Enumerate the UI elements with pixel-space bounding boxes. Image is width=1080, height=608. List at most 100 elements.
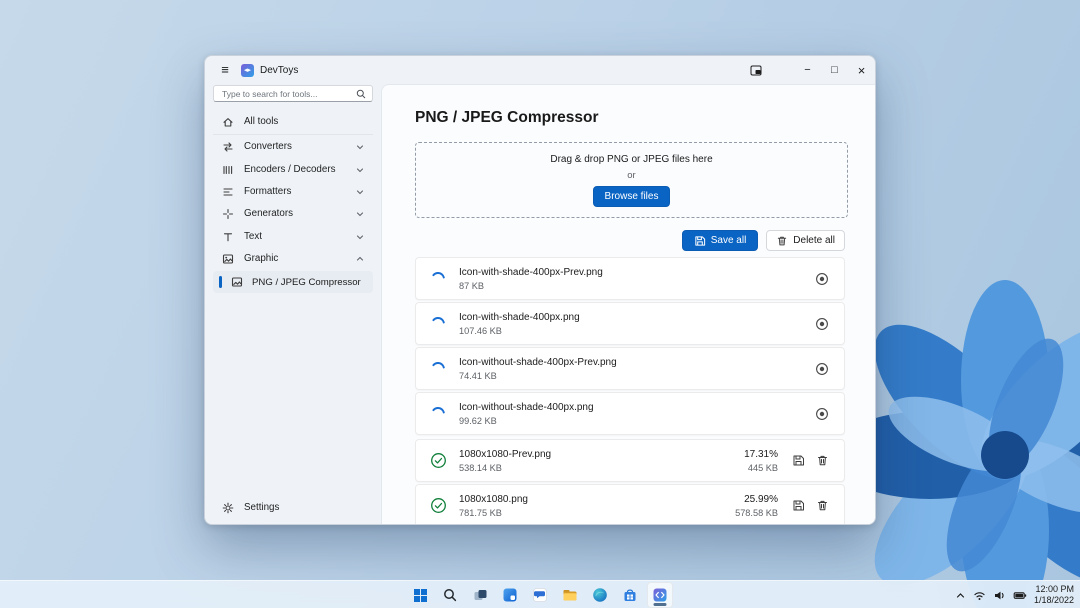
edge-button[interactable] bbox=[587, 582, 613, 608]
battery-icon bbox=[1013, 589, 1027, 602]
success-check-icon bbox=[429, 452, 447, 470]
new-file-size: 578.58 KB bbox=[735, 508, 778, 518]
delete-all-button[interactable]: Delete all bbox=[766, 230, 845, 251]
sidebar-item-settings[interactable]: Settings bbox=[213, 497, 373, 518]
file-explorer-button[interactable] bbox=[557, 582, 583, 608]
chevron-up-icon bbox=[356, 255, 364, 263]
start-button[interactable] bbox=[407, 582, 433, 608]
graphic-tools-icon bbox=[222, 253, 234, 265]
save-icon bbox=[694, 235, 706, 247]
windows-start-icon bbox=[413, 588, 428, 603]
sidebar-item-converters[interactable]: Converters bbox=[213, 136, 373, 157]
selected-indicator bbox=[219, 276, 222, 288]
search-icon bbox=[356, 89, 366, 99]
sidebar-item-png-jpeg-compressor[interactable]: PNG / JPEG Compressor bbox=[213, 271, 373, 293]
browse-files-button[interactable]: Browse files bbox=[593, 186, 671, 207]
file-row: Icon-without-shade-400px.png 99.62 KB bbox=[415, 392, 845, 435]
save-file-button[interactable] bbox=[786, 494, 810, 518]
save-all-label: Save all bbox=[711, 235, 747, 246]
sidebar-item-label: Graphic bbox=[244, 253, 356, 264]
stop-icon bbox=[815, 272, 829, 286]
compact-overlay-icon bbox=[750, 65, 762, 76]
file-row: 1080x1080.png 781.75 KB 25.99% 578.58 KB bbox=[415, 484, 845, 524]
file-size: 107.46 KB bbox=[459, 326, 810, 336]
sidebar-item-label: Settings bbox=[244, 502, 373, 513]
hidden-icons-button[interactable] bbox=[955, 590, 966, 601]
file-size: 538.14 KB bbox=[459, 463, 744, 473]
devtoys-logo-icon: ◂▸ bbox=[241, 64, 254, 77]
desktop: ≡ ◂▸ DevToys − □ × bbox=[0, 0, 1080, 608]
sidebar-item-formatters[interactable]: Formatters bbox=[213, 181, 373, 202]
sidebar-item-label: Text bbox=[244, 231, 356, 242]
file-name: 1080x1080-Prev.png bbox=[459, 449, 744, 460]
speaker-icon bbox=[993, 589, 1006, 602]
home-icon bbox=[222, 116, 234, 128]
taskbar-search-button[interactable] bbox=[437, 582, 463, 608]
delete-file-button[interactable] bbox=[810, 494, 834, 518]
file-row: Icon-with-shade-400px-Prev.png 87 KB bbox=[415, 257, 845, 300]
text-tools-icon bbox=[222, 231, 234, 243]
dropzone-instruction: Drag & drop PNG or JPEG files here bbox=[550, 154, 712, 165]
savings-percent: 17.31% bbox=[744, 449, 778, 460]
delete-file-button[interactable] bbox=[810, 449, 834, 473]
active-app-indicator bbox=[654, 603, 667, 606]
sidebar-item-generators[interactable]: Generators bbox=[213, 203, 373, 224]
maximize-icon: □ bbox=[831, 64, 838, 76]
task-view-button[interactable] bbox=[467, 582, 493, 608]
microsoft-store-button[interactable] bbox=[617, 582, 643, 608]
generators-icon bbox=[222, 208, 234, 220]
save-all-button[interactable]: Save all bbox=[682, 230, 759, 251]
sidebar-item-label: Generators bbox=[244, 208, 356, 219]
trash-icon bbox=[816, 499, 829, 512]
taskbar-clock[interactable]: 12:00 PM 1/18/2022 bbox=[1034, 584, 1074, 606]
progress-spinner-icon bbox=[429, 270, 447, 288]
widgets-button[interactable] bbox=[497, 582, 523, 608]
devtoys-taskbar-button[interactable] bbox=[647, 582, 673, 608]
file-size: 87 KB bbox=[459, 281, 810, 291]
file-name: Icon-without-shade-400px.png bbox=[459, 402, 810, 413]
sidebar-item-text[interactable]: Text bbox=[213, 226, 373, 247]
file-row: 1080x1080-Prev.png 538.14 KB 17.31% 445 … bbox=[415, 439, 845, 482]
file-size: 781.75 KB bbox=[459, 508, 735, 518]
trash-icon bbox=[776, 235, 788, 247]
titlebar: ≡ ◂▸ DevToys − □ × bbox=[205, 56, 875, 84]
close-button[interactable]: × bbox=[848, 56, 875, 84]
chat-button[interactable] bbox=[527, 582, 553, 608]
sidebar-item-encoders-decoders[interactable]: Encoders / Decoders bbox=[213, 159, 373, 180]
network-button[interactable] bbox=[973, 589, 986, 602]
file-dropzone[interactable]: Drag & drop PNG or JPEG files here or Br… bbox=[415, 142, 848, 218]
compressor-tool-icon bbox=[231, 276, 243, 288]
cancel-compression-button[interactable] bbox=[810, 357, 834, 381]
maximize-button[interactable]: □ bbox=[821, 56, 848, 84]
menu-button[interactable]: ≡ bbox=[213, 60, 237, 80]
battery-button[interactable] bbox=[1013, 589, 1027, 602]
sidebar-item-label: Converters bbox=[244, 141, 356, 152]
converters-icon bbox=[222, 141, 234, 153]
devtoys-window: ≡ ◂▸ DevToys − □ × bbox=[204, 55, 876, 525]
sidebar-item-graphic[interactable]: Graphic bbox=[213, 248, 373, 269]
save-file-button[interactable] bbox=[786, 449, 810, 473]
sidebar-divider bbox=[213, 134, 373, 135]
chevron-down-icon bbox=[356, 233, 364, 241]
search-icon bbox=[443, 588, 457, 602]
cancel-compression-button[interactable] bbox=[810, 312, 834, 336]
sidebar-item-label: PNG / JPEG Compressor bbox=[252, 277, 361, 288]
clock-time: 12:00 PM bbox=[1034, 584, 1074, 595]
progress-spinner-icon bbox=[429, 405, 447, 423]
minimize-button[interactable]: − bbox=[794, 56, 821, 84]
stop-icon bbox=[815, 317, 829, 331]
system-tray: 12:00 PM 1/18/2022 bbox=[955, 581, 1074, 608]
compact-overlay-button[interactable] bbox=[742, 56, 769, 84]
cancel-compression-button[interactable] bbox=[810, 402, 834, 426]
chat-icon bbox=[532, 587, 548, 603]
sidebar-item-all-tools[interactable]: All tools bbox=[213, 111, 373, 132]
trash-icon bbox=[816, 454, 829, 467]
browse-files-label: Browse files bbox=[605, 191, 659, 202]
compression-stats: 25.99% 578.58 KB bbox=[735, 494, 778, 518]
stop-icon bbox=[815, 407, 829, 421]
minimize-icon: − bbox=[804, 64, 810, 76]
search-input[interactable] bbox=[214, 89, 356, 99]
cancel-compression-button[interactable] bbox=[810, 267, 834, 291]
compression-stats: 17.31% 445 KB bbox=[744, 449, 778, 473]
volume-button[interactable] bbox=[993, 589, 1006, 602]
